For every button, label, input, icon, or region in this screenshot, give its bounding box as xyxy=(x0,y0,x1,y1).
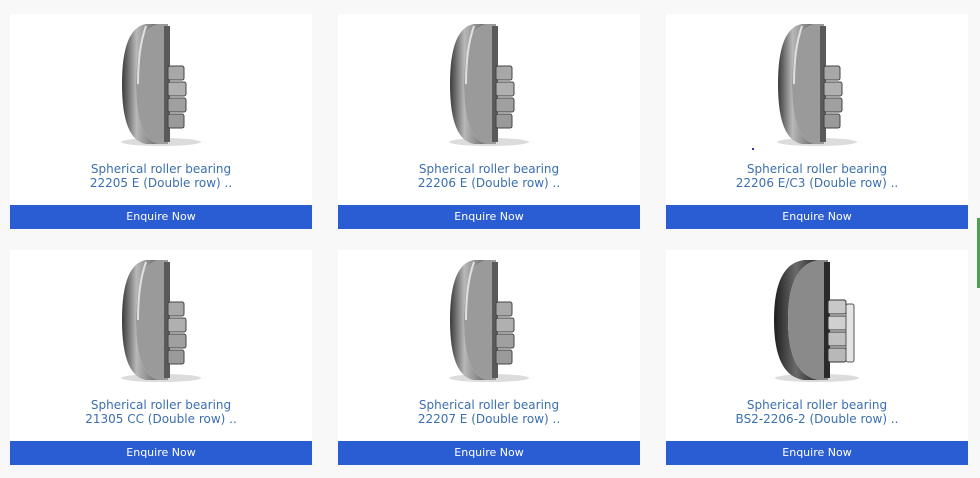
product-image[interactable] xyxy=(666,250,968,398)
product-title-line1: Spherical roller bearing xyxy=(90,398,232,412)
product-title-link[interactable]: Spherical roller bearing 22206 E/C3 (Dou… xyxy=(666,162,968,206)
sealed-bearing-icon xyxy=(774,260,859,382)
product-card: Spherical roller bearing 22206 E (Double… xyxy=(338,14,640,206)
product-card: Spherical roller bearing 22207 E (Double… xyxy=(338,250,640,442)
product-title-link[interactable]: Spherical roller bearing 21305 CC (Doubl… xyxy=(10,398,312,442)
product-title-link[interactable]: Spherical roller bearing 22206 E (Double… xyxy=(338,162,640,206)
product-title-line1: Spherical roller bearing xyxy=(90,162,232,176)
product-card: Spherical roller bearing 22205 E (Double… xyxy=(10,14,312,206)
bearing-split-icon xyxy=(121,260,201,382)
product-image[interactable] xyxy=(10,14,312,162)
product-title-line2: BS2-2206-2 (Double row) .. xyxy=(735,412,899,426)
product-image[interactable] xyxy=(10,250,312,398)
product-title-line2: 22206 E (Double row) .. xyxy=(417,176,561,190)
product-title-line2: 21305 CC (Double row) .. xyxy=(85,412,237,426)
product-title-link[interactable]: Spherical roller bearing 22205 E (Double… xyxy=(10,162,312,206)
enquire-now-button[interactable]: Enquire Now xyxy=(338,441,640,465)
product-card: Spherical roller bearing BS2-2206-2 (Dou… xyxy=(666,250,968,442)
enquire-now-button[interactable]: Enquire Now xyxy=(338,205,640,229)
product-image[interactable] xyxy=(666,14,968,162)
product-title-line2: 22207 E (Double row) .. xyxy=(417,412,561,426)
product-title-line1: Spherical roller bearing xyxy=(746,162,888,176)
bearing-split-icon xyxy=(449,24,529,146)
enquire-now-button[interactable]: Enquire Now xyxy=(10,205,312,229)
product-grid: Spherical roller bearing 22205 E (Double… xyxy=(0,0,980,478)
product-title-link[interactable]: Spherical roller bearing BS2-2206-2 (Dou… xyxy=(666,398,968,442)
product-title-line1: Spherical roller bearing xyxy=(418,162,560,176)
enquire-now-button[interactable]: Enquire Now xyxy=(10,441,312,465)
product-image[interactable] xyxy=(338,14,640,162)
product-card: Spherical roller bearing 21305 CC (Doubl… xyxy=(10,250,312,442)
bearing-split-icon xyxy=(121,24,201,146)
product-title-line2: 22205 E (Double row) .. xyxy=(89,176,233,190)
bearing-split-icon xyxy=(777,24,857,146)
enquire-now-button[interactable]: Enquire Now xyxy=(666,441,968,465)
bearing-split-icon xyxy=(449,260,529,382)
stray-dot xyxy=(752,148,754,150)
enquire-now-button[interactable]: Enquire Now xyxy=(666,205,968,229)
product-title-line1: Spherical roller bearing xyxy=(746,398,888,412)
product-title-link[interactable]: Spherical roller bearing 22207 E (Double… xyxy=(338,398,640,442)
product-card: Spherical roller bearing 22206 E/C3 (Dou… xyxy=(666,14,968,206)
product-title-line1: Spherical roller bearing xyxy=(418,398,560,412)
product-image[interactable] xyxy=(338,250,640,398)
product-title-line2: 22206 E/C3 (Double row) .. xyxy=(735,176,899,190)
